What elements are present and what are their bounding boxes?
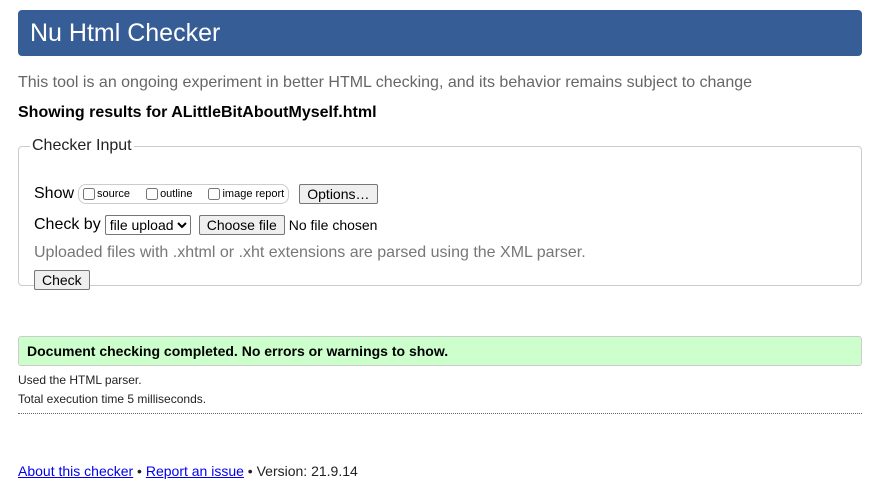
- separator: •: [133, 463, 146, 479]
- outline-checkbox[interactable]: [146, 188, 159, 200]
- parser-info: Used the HTML parser.: [18, 373, 142, 387]
- option-source[interactable]: source: [83, 188, 130, 200]
- separator: •: [243, 463, 257, 479]
- choose-file-button[interactable]: Choose file: [198, 215, 285, 235]
- option-label: source: [97, 188, 131, 200]
- file-status: No file chosen: [288, 217, 378, 233]
- execution-time: Total execution time 5 milliseconds.: [18, 392, 207, 406]
- image-report-checkbox[interactable]: [208, 188, 221, 200]
- results-heading: Showing results for ALittleBitAboutMysel…: [18, 104, 377, 121]
- source-checkbox[interactable]: [83, 188, 96, 200]
- report-issue-link[interactable]: Report an issue: [146, 463, 244, 479]
- footer: About this checker • Report an issue • V…: [18, 463, 358, 479]
- show-label: Show: [34, 185, 75, 202]
- page-header: Nu Html Checker: [18, 10, 862, 56]
- check-by-select[interactable]: file upload: [104, 215, 191, 235]
- divider: [18, 413, 862, 414]
- about-link[interactable]: About this checker: [18, 463, 133, 479]
- success-message: Document checking completed. No errors o…: [18, 336, 862, 366]
- option-outline[interactable]: outline: [146, 188, 192, 200]
- version-text: Version: 21.9.14: [256, 463, 358, 479]
- check-by-label: Check by: [34, 216, 101, 233]
- xml-parser-note: Uploaded files with .xhtml or .xht exten…: [34, 244, 586, 261]
- checker-input-fieldset: Checker Input Show source outline image …: [18, 137, 862, 290]
- options-button[interactable]: Options…: [299, 184, 378, 204]
- option-label: image report: [222, 188, 285, 200]
- intro-text: This tool is an ongoing experiment in be…: [18, 74, 753, 91]
- option-label: outline: [160, 188, 193, 200]
- show-options-group: source outline image report: [78, 184, 290, 204]
- check-button[interactable]: Check: [34, 270, 90, 290]
- option-image-report[interactable]: image report: [208, 188, 284, 200]
- fieldset-legend: Checker Input: [32, 137, 132, 154]
